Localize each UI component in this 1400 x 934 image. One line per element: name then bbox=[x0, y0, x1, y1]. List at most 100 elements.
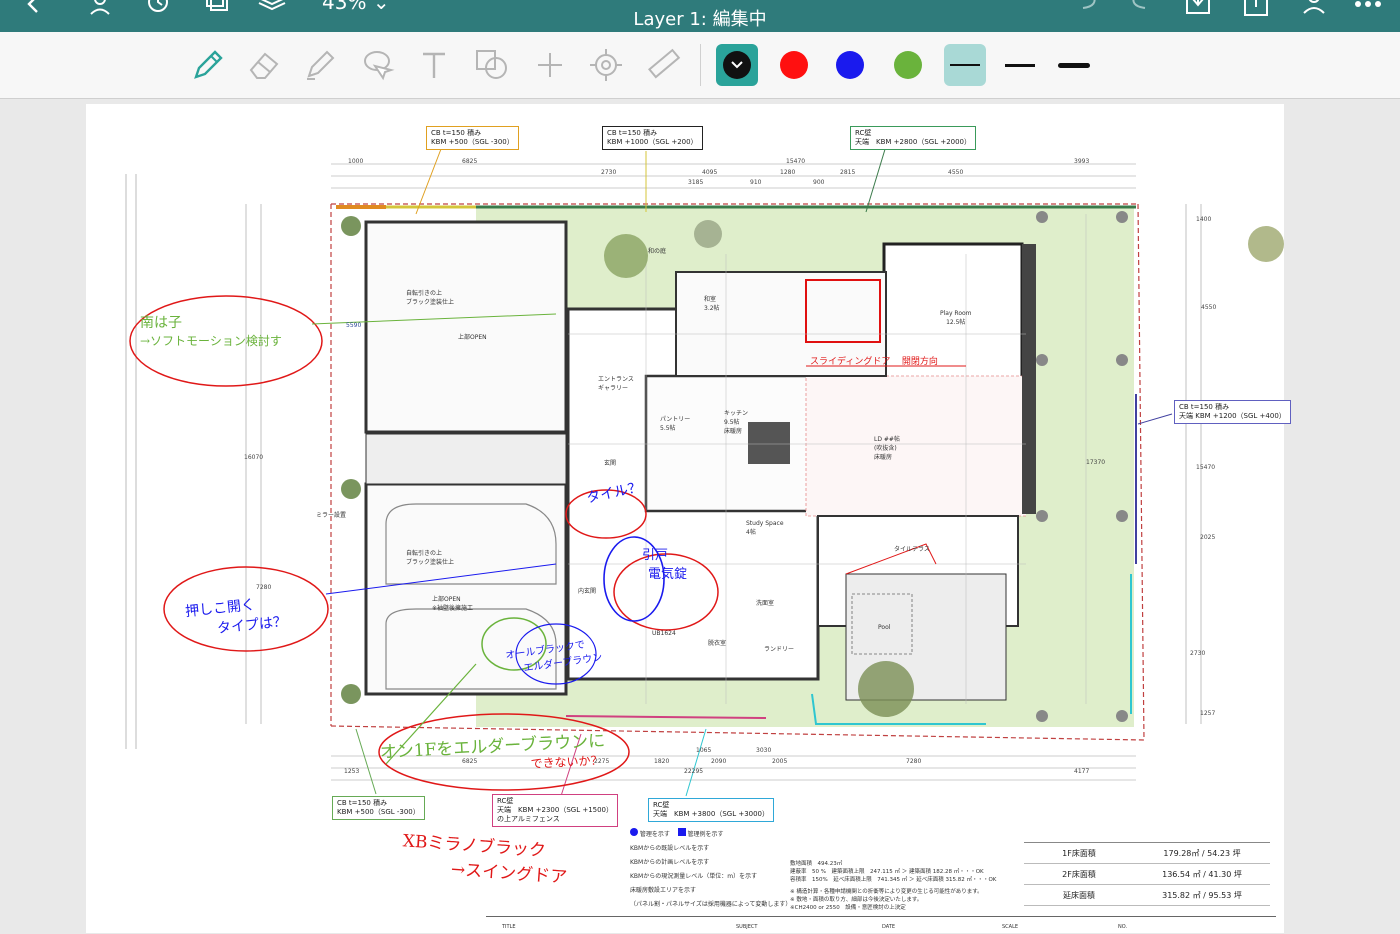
lasso-icon[interactable] bbox=[358, 45, 398, 85]
dimension-label: 2730 bbox=[1190, 650, 1206, 657]
color-black-dot bbox=[723, 51, 751, 79]
dimension-label: 15470 bbox=[1196, 464, 1216, 471]
color-blue-swatch[interactable] bbox=[830, 45, 870, 85]
legend-item: KBMからの計画レベルを示す bbox=[630, 859, 710, 866]
dimension-label: 2815 bbox=[840, 169, 856, 176]
annotation-red-kitchen: スライディングドア 開閉方向 bbox=[810, 357, 938, 367]
dimension-label: 1065 bbox=[696, 747, 712, 754]
note-garage-finish-2: 自転引きの上 ブラック塗装仕上 bbox=[406, 550, 455, 566]
floor-area-table: 1F床面積 179.28㎡ / 54.23 坪 2F床面積 136.54 ㎡ /… bbox=[1024, 842, 1270, 906]
dimension-label: 1000 bbox=[348, 158, 364, 165]
dimension-label: 6825 bbox=[462, 158, 478, 165]
dimension-label: 900 bbox=[813, 179, 825, 186]
dimension-label: 7280 bbox=[906, 758, 922, 765]
room-entrance: エントランス ギャラリー bbox=[598, 376, 634, 392]
titleblock-subject: SUBJECT bbox=[736, 924, 758, 930]
share-icon[interactable] bbox=[1240, 0, 1272, 18]
callout-cb150-right: CB t=150 積み 天端 KBM +1200（SGL +400） bbox=[1174, 400, 1291, 424]
redo-icon[interactable] bbox=[1122, 0, 1154, 18]
dimension-label: 15470 bbox=[786, 158, 806, 165]
room-dressing: 脱衣室 bbox=[708, 640, 727, 647]
eraser-icon[interactable] bbox=[244, 45, 284, 85]
legend-item: KBMからの現況測量レベル（単位：m）を示す bbox=[630, 873, 758, 880]
stroke-thick-line bbox=[1058, 62, 1090, 68]
area-value: 315.82 ㎡ / 95.53 坪 bbox=[1162, 890, 1242, 900]
people-icon[interactable] bbox=[1298, 0, 1330, 18]
dimension-label: 2025 bbox=[1200, 534, 1216, 541]
dimension-label: 16070 bbox=[244, 454, 264, 461]
titleblock-title: TITLE bbox=[502, 924, 516, 930]
toolbar-divider bbox=[700, 44, 701, 86]
dimension-label: 7280 bbox=[256, 584, 272, 591]
dimension-label: 910 bbox=[750, 179, 762, 186]
dimension-label: 1253 bbox=[344, 768, 360, 775]
dimension-label: 17370 bbox=[1086, 459, 1106, 466]
room-sub-entrance: 内玄関 bbox=[578, 588, 597, 595]
callout-rc-wall-bottom-right: RC壁 天端 KBM +3800（SGL +3000） bbox=[648, 798, 775, 822]
table-row: 2F床面積 136.54 ㎡ / 41.30 坪 bbox=[1024, 864, 1270, 885]
download-icon[interactable] bbox=[1182, 0, 1214, 18]
note-upper-open-2: 上部OPEN ※袖壁後擁施工 bbox=[432, 596, 474, 612]
room-kitchen: キッチン 9.5帖 床暖房 bbox=[724, 410, 749, 435]
room-washroom: 洗面室 bbox=[756, 600, 775, 607]
area-value: 136.54 ㎡ / 41.30 坪 bbox=[1162, 869, 1242, 879]
dimension-label: 2730 bbox=[601, 169, 617, 176]
stroke-thin-option[interactable] bbox=[944, 44, 986, 86]
dimension-label: 4550 bbox=[1201, 304, 1217, 311]
room-genkan: 玄関 bbox=[604, 460, 617, 467]
text-icon[interactable] bbox=[414, 45, 454, 85]
legend-item: KBMからの既設レベルを示す bbox=[630, 845, 710, 852]
plan-legend: 管理を示す 管理例を示す KBMからの既設レベルを示す KBMからの計画レベルを… bbox=[630, 828, 791, 912]
shape-icon[interactable] bbox=[472, 45, 512, 85]
undo-icon[interactable] bbox=[1074, 0, 1106, 18]
legend-item: 床暖房敷設エリアを示す bbox=[630, 887, 697, 894]
title-block: TITLE SUBJECT DATE SCALE NO. bbox=[486, 916, 1276, 934]
color-red-swatch[interactable] bbox=[774, 45, 814, 85]
note-mirror: ミラー設置 bbox=[316, 512, 347, 519]
dimension-label: 4095 bbox=[702, 169, 718, 176]
legend-item: 管理を示す 管理例を示す bbox=[630, 828, 791, 842]
titleblock-date: DATE bbox=[882, 924, 896, 930]
dimension-label: 1280 bbox=[780, 169, 796, 176]
callout-cb150-left-top: CB t=150 積み KBM +500（SGL -300） bbox=[426, 126, 519, 150]
callout-rc-wall-bottom-mid: RC壁 天端 KBM +2300（SGL +1500） の上アルミフェンス bbox=[492, 794, 619, 827]
room-pantry: パントリー 5.5帖 bbox=[660, 416, 691, 432]
dimension-label: 1400 bbox=[1196, 216, 1212, 223]
titleblock-no: NO. bbox=[1118, 924, 1128, 930]
laser-pointer-icon[interactable] bbox=[586, 45, 626, 85]
pen-icon[interactable] bbox=[188, 45, 228, 85]
callout-rc-wall-top: RC壁 天端 KBM +2800（SGL +2000） bbox=[850, 126, 977, 150]
color-black-swatch[interactable] bbox=[716, 44, 758, 86]
area-label: 延床面積 bbox=[1063, 890, 1095, 900]
dimension-label: 5590 bbox=[346, 322, 362, 329]
highlighter-icon[interactable] bbox=[300, 45, 340, 85]
plus-icon[interactable] bbox=[530, 45, 570, 85]
dimension-label: 2005 bbox=[772, 758, 788, 765]
more-icon[interactable] bbox=[1352, 0, 1384, 18]
floor-plan-sheet[interactable]: CB t=150 積み KBM +500（SGL -300） CB t=150 積… bbox=[86, 104, 1291, 934]
app-header: 43% ⌄ Layer 1: 編集中 bbox=[0, 0, 1400, 32]
room-tile-terrace: タイルテラス bbox=[894, 546, 930, 553]
room-pool: Pool bbox=[878, 624, 891, 631]
table-row: 1F床面積 179.28㎡ / 54.23 坪 bbox=[1024, 843, 1270, 864]
room-wa-garden: 和の庭 bbox=[648, 248, 667, 255]
callout-cb150-bottom-left: CB t=150 積み KBM +500（SGL -300） bbox=[332, 796, 425, 820]
note-garage-finish-1: 自転引きの上 ブラック塗装仕上 bbox=[406, 290, 455, 306]
color-green-swatch[interactable] bbox=[888, 45, 928, 85]
annotation-green-left: 南は子 →ソフトモーション検討す bbox=[140, 315, 282, 348]
color-green-dot bbox=[894, 51, 922, 79]
stroke-medium-option[interactable] bbox=[1000, 45, 1040, 85]
ruler-icon[interactable] bbox=[644, 45, 684, 85]
note-upper-open-1: 上部OPEN bbox=[458, 334, 487, 341]
dimension-label: 4177 bbox=[1074, 768, 1090, 775]
dimension-label: 4550 bbox=[948, 169, 964, 176]
dimension-label: 3030 bbox=[756, 747, 772, 754]
site-notes: 敷地面積 494.23㎡ 建蔽率 50 % 建築面積上限 247.115 ㎡ ＞… bbox=[790, 861, 997, 911]
callout-cb150-center-top: CB t=150 積み KBM +1000（SGL +200） bbox=[602, 126, 703, 150]
stroke-thin-line bbox=[950, 64, 980, 66]
color-blue-dot bbox=[836, 51, 864, 79]
dimension-label: 22295 bbox=[684, 768, 704, 775]
room-ld: LD ##帖 (吹抜含) 床暖房 bbox=[874, 436, 900, 461]
stroke-thick-option[interactable] bbox=[1054, 45, 1094, 85]
drawing-toolbar bbox=[0, 32, 1400, 99]
